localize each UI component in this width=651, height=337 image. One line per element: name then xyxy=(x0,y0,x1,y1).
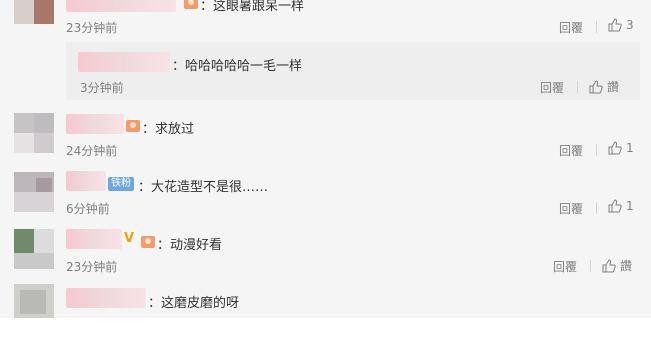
username[interactable] xyxy=(66,229,122,249)
like-label: 讚 xyxy=(607,80,620,94)
divider xyxy=(590,260,591,272)
reply-button[interactable]: 回覆 xyxy=(540,79,564,96)
comment-time: 24分钟前 xyxy=(66,144,118,158)
thumbs-up-icon xyxy=(602,259,616,273)
comment-text: ：动漫好看 xyxy=(157,238,223,253)
fan-level-icon xyxy=(141,236,155,248)
fan-level-icon xyxy=(126,120,140,132)
divider xyxy=(596,202,597,214)
like-button[interactable]: 讚 xyxy=(589,78,619,95)
comment-text: ：这磨皮磨的呀 xyxy=(148,296,240,311)
username[interactable] xyxy=(66,288,146,308)
comment-time: 23分钟前 xyxy=(66,21,118,35)
username[interactable] xyxy=(66,114,124,134)
reply-time: 3分钟前 xyxy=(80,81,124,95)
thumbs-up-icon xyxy=(589,80,603,94)
like-button[interactable]: 3 xyxy=(608,18,634,32)
fan-badge: 铁粉 xyxy=(108,177,134,191)
thumbs-up-icon xyxy=(608,18,622,32)
thumbs-up-icon xyxy=(608,141,622,155)
reply-button[interactable]: 回覆 xyxy=(559,200,583,217)
avatar[interactable] xyxy=(14,284,54,318)
reply-text: ：哈哈哈哈哈一毛一样 xyxy=(172,59,303,74)
comment-time: 6分钟前 xyxy=(66,202,110,216)
comment-text: ：大花造型不是很…… xyxy=(138,180,269,195)
username[interactable] xyxy=(66,0,176,12)
fan-level-icon xyxy=(184,0,198,9)
username[interactable] xyxy=(66,171,106,191)
page-bottom xyxy=(0,318,651,337)
divider xyxy=(577,81,578,93)
verified-v-badge: V xyxy=(124,231,135,246)
reply-button[interactable]: 回覆 xyxy=(559,142,583,159)
like-count: 1 xyxy=(626,199,634,213)
comment-text: ：这眼暑跟呆一样 xyxy=(200,0,305,14)
thumbs-up-icon xyxy=(608,199,622,213)
like-count: 1 xyxy=(626,141,634,155)
avatar[interactable] xyxy=(14,172,54,212)
like-count: 3 xyxy=(626,18,634,32)
divider xyxy=(596,144,597,156)
reply-username[interactable] xyxy=(78,52,170,72)
reply-button[interactable]: 回覆 xyxy=(559,19,583,36)
like-button[interactable]: 讚 xyxy=(602,257,632,274)
comment-text: ：求放过 xyxy=(142,122,195,137)
avatar[interactable] xyxy=(14,0,54,24)
divider xyxy=(596,21,597,33)
comment-time: 23分钟前 xyxy=(66,260,118,274)
avatar[interactable] xyxy=(14,113,54,153)
reply-button[interactable]: 回覆 xyxy=(553,258,577,275)
avatar[interactable] xyxy=(14,229,54,269)
like-button[interactable]: 1 xyxy=(608,199,634,213)
like-label: 讚 xyxy=(620,259,633,273)
like-button[interactable]: 1 xyxy=(608,141,634,155)
